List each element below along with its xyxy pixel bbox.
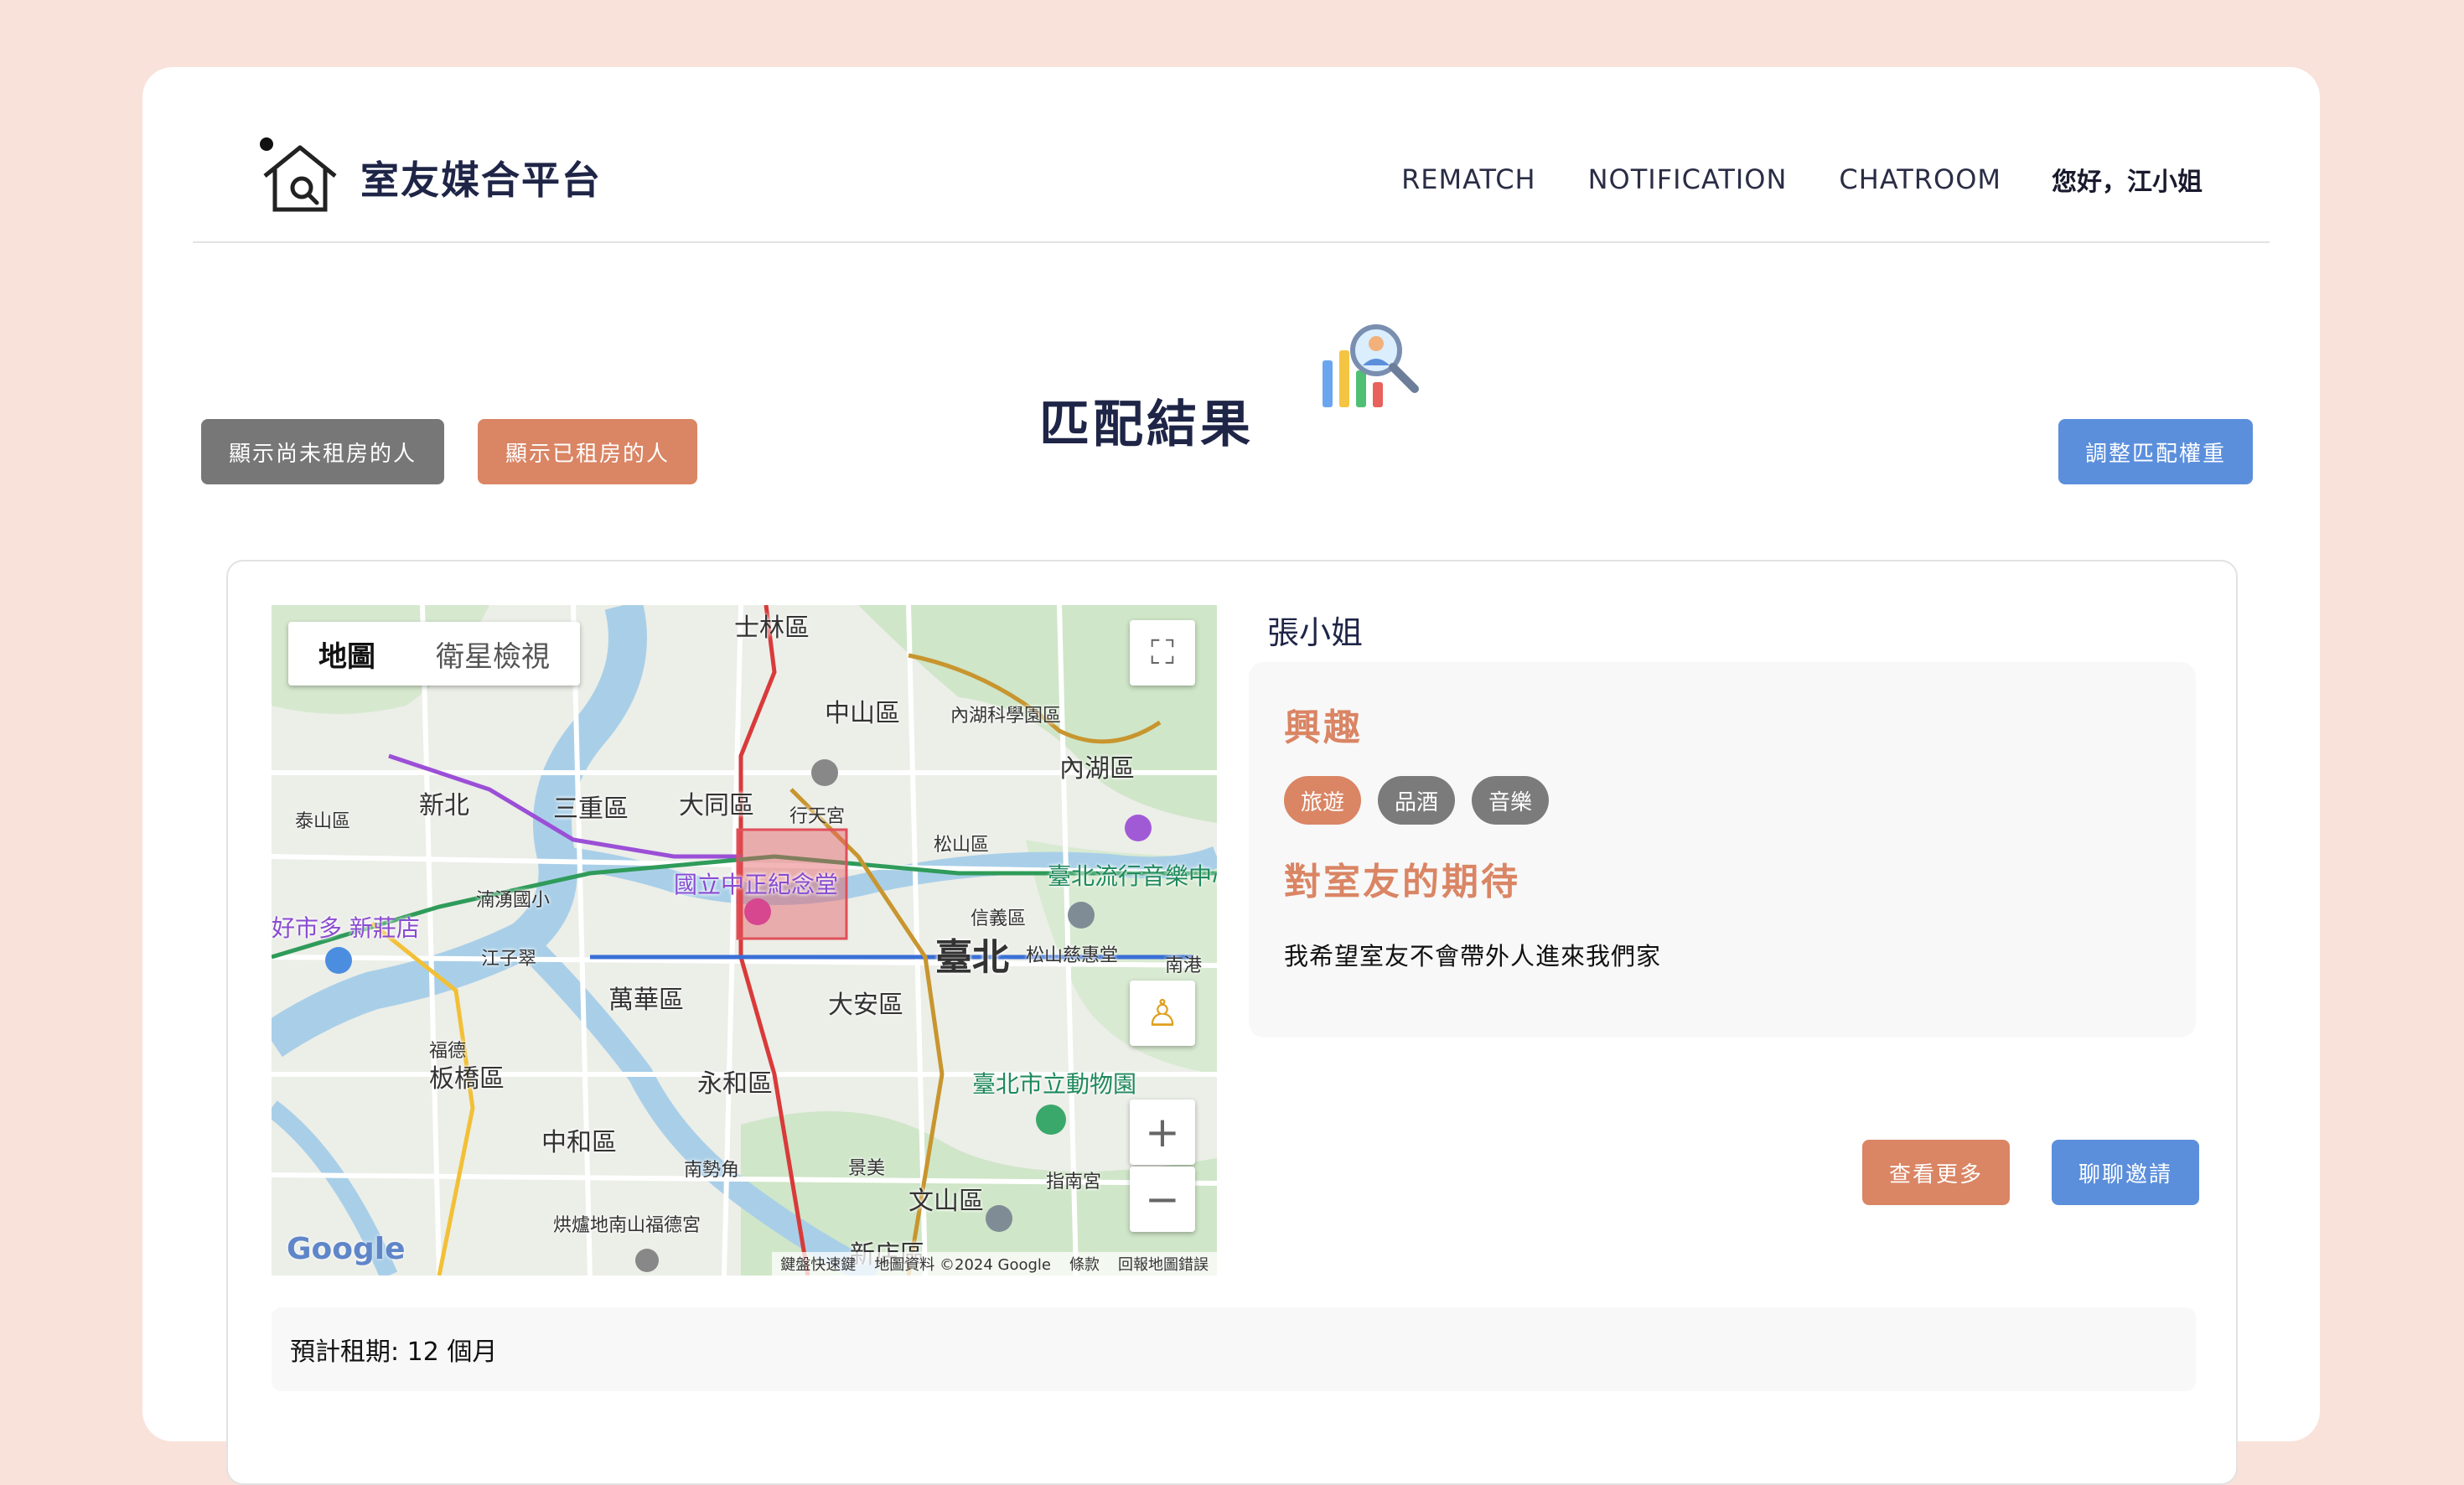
map-label-zhinan: 指南宮 bbox=[1046, 1172, 1102, 1193]
map-label-yonghe: 永和區 bbox=[697, 1069, 773, 1099]
interest-tag: 音樂 bbox=[1472, 776, 1550, 825]
fullscreen-icon[interactable]: ⛶ bbox=[1130, 620, 1195, 686]
nav-rematch[interactable]: REMATCH bbox=[1401, 163, 1536, 195]
map-label-xinbei: 新北 bbox=[419, 791, 469, 820]
map-label-wenshan: 文山區 bbox=[908, 1187, 984, 1216]
map-label-sanchong: 三重區 bbox=[553, 794, 629, 824]
interests-title: 興趣 bbox=[1284, 706, 1363, 749]
expectation-title: 對室友的期待 bbox=[1284, 861, 1520, 903]
zoom-in-icon[interactable]: + bbox=[1130, 1100, 1195, 1165]
nav-notification[interactable]: NOTIFICATION bbox=[1588, 163, 1788, 195]
attribution-shortcuts[interactable]: 鍵盤快速鍵 bbox=[780, 1253, 856, 1275]
zoom-out-icon[interactable]: − bbox=[1130, 1167, 1195, 1232]
map-label-nanshijiao: 南勢角 bbox=[684, 1160, 740, 1181]
map-attribution: 鍵盤快速鍵 地圖資料 ©2024 Google 條款 回報地圖錯誤 bbox=[772, 1252, 1217, 1275]
show-unrented-button[interactable]: 顯示尚未租房的人 bbox=[201, 419, 444, 484]
interest-tags: 旅遊 品酒 音樂 bbox=[1284, 776, 1550, 825]
adjust-weights-button[interactable]: 調整匹配權重 bbox=[2058, 419, 2253, 484]
map-label-neihu-tech: 內湖科學園區 bbox=[950, 706, 1062, 727]
map-type-satellite[interactable]: 衛星檢視 bbox=[406, 622, 580, 686]
brand[interactable]: 室友媒合平台 bbox=[258, 136, 602, 220]
map-label-songshan-cihui: 松山慈惠堂 bbox=[1026, 945, 1119, 966]
match-name: 張小姐 bbox=[1267, 614, 1364, 651]
map-label-neihu: 內湖區 bbox=[1059, 754, 1135, 784]
map-label-zhongshan: 中山區 bbox=[825, 699, 900, 728]
map-label-songshan: 松山區 bbox=[934, 835, 990, 856]
attribution-terms[interactable]: 條款 bbox=[1069, 1253, 1100, 1275]
lease-label: 預計租期: 12 個月 bbox=[290, 1338, 498, 1367]
attribution-report[interactable]: 回報地圖錯誤 bbox=[1118, 1253, 1209, 1275]
street-view-pegman-icon[interactable]: ♙ bbox=[1130, 981, 1195, 1046]
expectation-text: 我希望室友不會帶外人進來我們家 bbox=[1284, 942, 1662, 970]
map-type-map[interactable]: 地圖 bbox=[288, 622, 406, 686]
brand-title: 室友媒合平台 bbox=[360, 158, 602, 203]
map-label-wanhua: 萬華區 bbox=[608, 986, 684, 1015]
match-analytics-icon bbox=[1323, 324, 1419, 407]
map-label-shilin: 士林區 bbox=[734, 613, 810, 643]
map-label-nangang: 南港 bbox=[1165, 955, 1203, 976]
map-label-zoo: 臺北市立動物園 bbox=[972, 1070, 1137, 1098]
page-title: 匹配結果 bbox=[1039, 396, 1254, 454]
map-label-zhonghe: 中和區 bbox=[541, 1128, 617, 1157]
top-nav: REMATCH NOTIFICATION CHATROOM 您好，江小姐 bbox=[1349, 161, 2203, 198]
map-label-taipei: 臺北 bbox=[935, 936, 1009, 979]
attribution-data: 地圖資料 ©2024 Google bbox=[874, 1256, 1051, 1274]
interest-tag: 旅遊 bbox=[1284, 776, 1362, 825]
map-label-huaxiang: 湳湧國小 bbox=[476, 890, 551, 911]
nav-chatroom[interactable]: CHATROOM bbox=[1839, 163, 2001, 195]
user-greeting[interactable]: 您好，江小姐 bbox=[2052, 161, 2203, 198]
view-more-button[interactable]: 查看更多 bbox=[1862, 1140, 2010, 1205]
map-type-toggle: 地圖 衛星檢視 bbox=[288, 622, 580, 686]
map-label-music-center: 臺北流行音樂中心 bbox=[1048, 862, 1217, 890]
interest-tag: 品酒 bbox=[1378, 776, 1456, 825]
map-label-haoshiduo: 好市多 新莊店 bbox=[272, 914, 420, 942]
map-label-jingmei: 景美 bbox=[848, 1158, 886, 1179]
map-label-xingtiangong: 行天宮 bbox=[789, 806, 846, 827]
house-logo-icon bbox=[260, 137, 337, 212]
map-label-banqiao: 板橋區 bbox=[429, 1064, 505, 1094]
main-card: 室友媒合平台 REMATCH NOTIFICATION CHATROOM 您好，… bbox=[142, 67, 2320, 1485]
chat-invite-button[interactable]: 聊聊邀請 bbox=[2052, 1140, 2199, 1205]
header-divider bbox=[193, 241, 2270, 243]
lease-info: 預計租期: 12 個月 bbox=[272, 1307, 2196, 1391]
google-logo: Google bbox=[287, 1232, 406, 1266]
location-map[interactable]: 地圖 衛星檢視 ⛶ ♙ + − 士林區 中山區 內湖科學園區 內湖區 大同區 行… bbox=[272, 605, 1217, 1275]
map-label-jiangzicui: 江子翠 bbox=[481, 949, 537, 970]
match-card: 地圖 衛星檢視 ⛶ ♙ + − 士林區 中山區 內湖科學園區 內湖區 大同區 行… bbox=[226, 560, 2238, 1485]
map-label-taishan: 泰山區 bbox=[295, 811, 351, 832]
map-label-hongludi: 烘爐地南山福德宮 bbox=[553, 1215, 701, 1236]
map-label-daan: 大安區 bbox=[828, 991, 903, 1020]
map-label-memorial: 國立中正紀念堂 bbox=[674, 871, 839, 898]
show-rented-button[interactable]: 顯示已租房的人 bbox=[478, 419, 697, 484]
profile-panel: 興趣 旅遊 品酒 音樂 對室友的期待 我希望室友不會帶外人進來我們家 bbox=[1249, 662, 2196, 1037]
map-label-datong: 大同區 bbox=[679, 791, 754, 820]
